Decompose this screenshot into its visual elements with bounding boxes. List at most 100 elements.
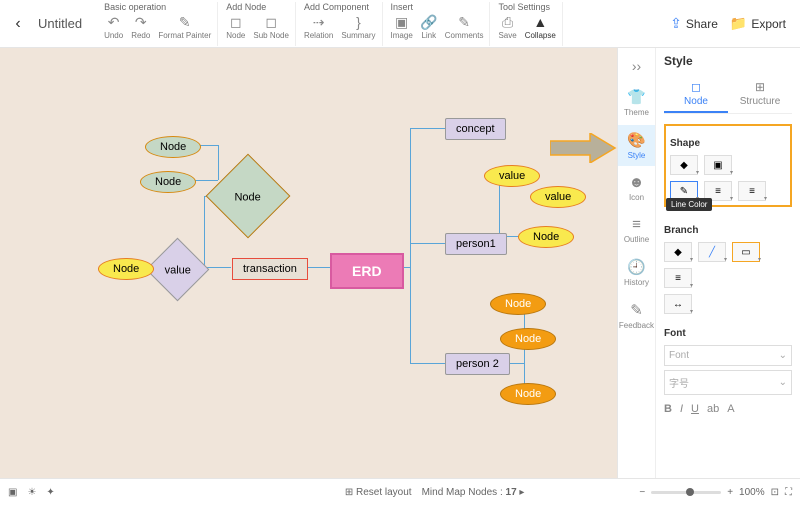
image-button[interactable]: ▣Image <box>391 14 413 40</box>
style-icon: 🎨 <box>627 131 646 149</box>
zoom-in-button[interactable]: + <box>727 487 733 498</box>
structure-tab-icon: ⊞ <box>755 80 765 94</box>
style-panel: Style ◻Node ⊞Structure Shape ◆▾ ▣▾ ✎▾ ≡▾… <box>655 48 800 478</box>
underline-button[interactable]: U <box>691 403 699 415</box>
summary-button[interactable]: }Summary <box>341 14 375 40</box>
node-count-label: Mind Map Nodes : 17 ▸ <box>422 487 525 498</box>
zoom-value: 100% <box>739 487 765 498</box>
branch-line-option[interactable]: ╱▾ <box>698 242 726 262</box>
redo-button[interactable]: ↷Redo <box>131 14 150 40</box>
export-button[interactable]: 📁Export <box>730 15 786 32</box>
zoom-out-button[interactable]: − <box>639 487 645 498</box>
font-size-select[interactable]: 字号⌄ <box>664 370 792 395</box>
transaction-node[interactable]: transaction <box>232 258 308 280</box>
format-painter-icon: ✎ <box>177 14 193 30</box>
panel-tab-structure[interactable]: ⊞Structure <box>728 76 792 113</box>
fit-button[interactable]: ⊡ <box>771 487 779 498</box>
grp-insert-title: Insert <box>391 2 484 12</box>
present-button[interactable]: ▣ <box>8 487 17 498</box>
ellipse-node-6[interactable]: Node <box>500 328 556 350</box>
collapse-button[interactable]: ▲Collapse <box>525 14 556 40</box>
back-button[interactable]: ‹ <box>6 15 30 33</box>
font-select[interactable]: Font⌄ <box>664 345 792 366</box>
panel-collapse-button[interactable]: ›› <box>626 52 647 80</box>
outline-icon: ≡ <box>632 216 641 233</box>
tab-history[interactable]: 🕘History <box>618 252 655 293</box>
undo-icon: ↶ <box>106 14 122 30</box>
tab-feedback[interactable]: ✎Feedback <box>618 295 655 336</box>
italic-button[interactable]: I <box>680 403 683 415</box>
icon-tab-icon: ☻ <box>629 174 645 191</box>
save-icon: ⎙ <box>500 14 516 30</box>
grp-component-title: Add Component <box>304 2 376 12</box>
erd-root-node[interactable]: ERD <box>330 253 404 289</box>
feedback-icon: ✎ <box>630 301 643 319</box>
link-button[interactable]: 🔗Link <box>421 14 437 40</box>
chevron-down-icon: ⌄ <box>779 377 787 388</box>
node-tab-icon: ◻ <box>691 80 701 94</box>
subnode-icon: ◻ <box>263 14 279 30</box>
shape-bg-option[interactable]: ▣▾ <box>704 155 732 175</box>
grp-tool-title: Tool Settings <box>498 2 555 12</box>
share-button[interactable]: ⇪Share <box>670 15 718 32</box>
comments-button[interactable]: ✎Comments <box>445 14 484 40</box>
branch-arrow-option[interactable]: ↔▾ <box>664 294 692 314</box>
relation-button[interactable]: ⇢Relation <box>304 14 333 40</box>
strike-button[interactable]: ab <box>707 403 719 415</box>
shape-section-title: Shape <box>670 138 786 149</box>
line-weight-option[interactable]: ≡▾ <box>738 181 766 201</box>
node-icon: ◻ <box>228 14 244 30</box>
redo-icon: ↷ <box>133 14 149 30</box>
branch-border-option[interactable]: ▭▾ <box>732 242 760 262</box>
collapse-icon: ▲ <box>532 14 548 30</box>
ellipse-node-3[interactable]: Node <box>98 258 154 280</box>
theme-icon: 👕 <box>627 88 646 106</box>
format-painter-button[interactable]: ✎Format Painter <box>158 14 211 40</box>
reset-layout-button[interactable]: ⊞ Reset layout <box>345 487 412 498</box>
branch-fill-option[interactable]: ◆▾ <box>664 242 692 262</box>
save-button[interactable]: ⎙Save <box>498 14 516 40</box>
fullscreen-button[interactable]: ⛶ <box>785 487 792 498</box>
ellipse-node-2[interactable]: Node <box>140 171 196 193</box>
ellipse-node-1[interactable]: Node <box>145 136 201 158</box>
concept-node[interactable]: concept <box>445 118 506 140</box>
person1-node[interactable]: person1 <box>445 233 507 255</box>
person2-node[interactable]: person 2 <box>445 353 510 375</box>
sun-button[interactable]: ☀ <box>27 487 36 498</box>
diamond-node[interactable]: Node <box>218 166 278 226</box>
annotation-arrow-icon <box>550 133 617 163</box>
link-icon: 🔗 <box>421 14 437 30</box>
ellipse-value-1[interactable]: value <box>484 165 540 187</box>
tab-icon[interactable]: ☻Icon <box>618 168 655 208</box>
diamond-value[interactable]: value <box>155 247 200 292</box>
color-button[interactable]: A <box>727 403 734 415</box>
tab-style[interactable]: 🎨Style <box>618 125 655 166</box>
branch-section-title: Branch <box>664 225 792 236</box>
panel-title: Style <box>664 54 792 68</box>
branch-weight-option[interactable]: ≡▾ <box>664 268 692 288</box>
line-color-tooltip: Line Color <box>666 198 712 211</box>
add-subnode-button[interactable]: ◻Sub Node <box>253 14 289 40</box>
add-node-button[interactable]: ◻Node <box>226 14 245 40</box>
ellipse-value-2[interactable]: value <box>530 186 586 208</box>
toolbar-groups: Basic operation ↶Undo ↷Redo ✎Format Pain… <box>98 0 563 47</box>
ellipse-node-7[interactable]: Node <box>500 383 556 405</box>
ellipse-node-4[interactable]: Node <box>518 226 574 248</box>
summary-icon: } <box>350 14 366 30</box>
relation-icon: ⇢ <box>311 14 327 30</box>
doc-title[interactable]: Untitled <box>38 16 82 31</box>
export-icon: 📁 <box>730 15 747 32</box>
image-icon: ▣ <box>394 14 410 30</box>
bold-button[interactable]: B <box>664 403 672 415</box>
chevron-down-icon: ⌄ <box>779 350 787 361</box>
flash-button[interactable]: ✦ <box>46 487 54 498</box>
ellipse-node-5[interactable]: Node <box>490 293 546 315</box>
tab-theme[interactable]: 👕Theme <box>618 82 655 123</box>
undo-button[interactable]: ↶Undo <box>104 14 123 40</box>
shape-fill-option[interactable]: ◆▾ <box>670 155 698 175</box>
panel-tab-node[interactable]: ◻Node <box>664 76 728 113</box>
zoom-slider[interactable] <box>651 491 721 494</box>
grp-addnode-title: Add Node <box>226 2 289 12</box>
canvas[interactable]: ERD transaction concept person1 person 2… <box>0 48 617 478</box>
tab-outline[interactable]: ≡Outline <box>618 210 655 250</box>
